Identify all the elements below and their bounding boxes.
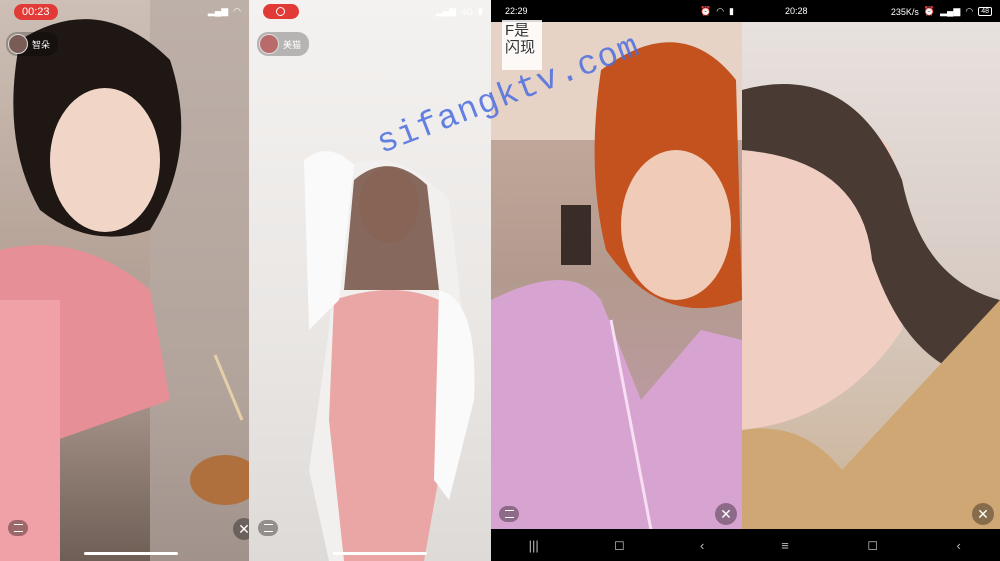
status-bar: 20:28 235K/s ⏰ ▂▄▆ ◠ 48 bbox=[742, 0, 1000, 22]
video-panel-1[interactable]: 00:23 ▂▄▆ ◠ 智朵 ✕ bbox=[0, 0, 249, 561]
navigation-bar: ||| ◻ ‹ bbox=[491, 529, 742, 561]
close-button[interactable]: ✕ bbox=[715, 503, 737, 525]
recording-timer: 00:23 bbox=[14, 4, 58, 20]
streamer-tag[interactable]: 智朵 bbox=[6, 32, 59, 56]
chat-icon[interactable] bbox=[258, 520, 278, 536]
home-button[interactable]: ◻ bbox=[867, 537, 878, 553]
battery-icon: ▮ bbox=[478, 6, 483, 16]
avatar bbox=[8, 34, 28, 54]
navigation-bar: ≡ ◻ ‹ bbox=[742, 529, 1000, 561]
back-button[interactable]: ‹ bbox=[700, 538, 704, 553]
battery-level: 48 bbox=[978, 7, 992, 16]
wifi-icon: ◠ bbox=[965, 6, 974, 16]
clock: 22:29 bbox=[505, 6, 528, 16]
video-panel-4[interactable]: 20:28 235K/s ⏰ ▂▄▆ ◠ 48 ✕ ≡ ◻ ‹ bbox=[742, 0, 1000, 561]
record-indicator bbox=[263, 4, 299, 19]
video-panel-2[interactable]: ▂▄▆ 4G ▮ 美猫 bbox=[249, 0, 491, 561]
streamer-photo-1 bbox=[0, 0, 249, 561]
clock: 20:28 bbox=[785, 6, 808, 16]
recent-apps-button[interactable]: ||| bbox=[529, 538, 539, 553]
status-bar: 22:29 ⏰ ◠ ▮ bbox=[491, 0, 742, 22]
chat-icon[interactable] bbox=[8, 520, 28, 536]
network-type: 4G bbox=[461, 6, 474, 17]
home-indicator[interactable] bbox=[333, 552, 427, 555]
status-bar: 00:23 ▂▄▆ ◠ bbox=[0, 0, 249, 22]
streamer-photo-2 bbox=[304, 151, 475, 561]
streamer-tag[interactable]: 美猫 bbox=[257, 32, 310, 56]
signal-icon: ▂▄▆ bbox=[207, 6, 229, 16]
home-indicator[interactable] bbox=[84, 552, 178, 555]
alarm-icon: ⏰ bbox=[923, 6, 936, 16]
back-button[interactable]: ‹ bbox=[956, 538, 960, 553]
avatar bbox=[259, 34, 279, 54]
home-button[interactable]: ◻ bbox=[614, 537, 625, 553]
streamer-name: 美猫 bbox=[283, 39, 302, 50]
battery-icon: ▮ bbox=[729, 6, 734, 16]
close-button[interactable]: ✕ bbox=[972, 503, 994, 525]
close-button[interactable]: ✕ bbox=[233, 518, 249, 540]
menu-button[interactable]: ≡ bbox=[781, 538, 789, 553]
signal-icon: ▂▄▆ bbox=[435, 6, 457, 16]
handwritten-note: F是 闪现 bbox=[502, 20, 542, 70]
streamer-photo-4 bbox=[742, 84, 1000, 561]
wifi-icon: ◠ bbox=[233, 6, 241, 16]
chat-icon[interactable] bbox=[499, 506, 519, 522]
streamer-name: 智朵 bbox=[32, 39, 51, 50]
alarm-icon: ⏰ bbox=[699, 6, 712, 16]
signal-icon: ▂▄▆ bbox=[940, 6, 961, 16]
network-speed: 235K/s bbox=[890, 6, 919, 17]
status-bar: ▂▄▆ 4G ▮ bbox=[249, 0, 491, 22]
wifi-icon: ◠ bbox=[716, 6, 725, 16]
